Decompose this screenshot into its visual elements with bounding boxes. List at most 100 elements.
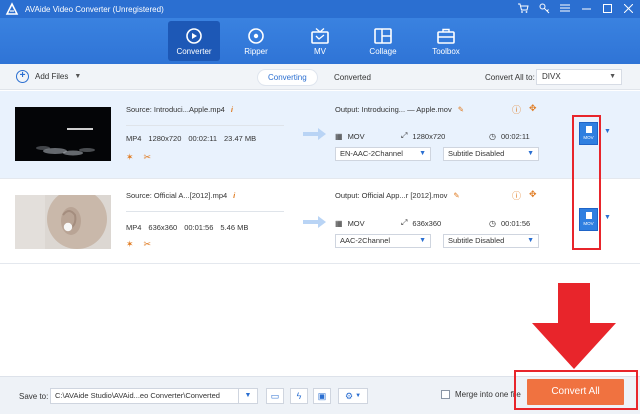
chevron-down-icon: ▼ (355, 393, 362, 399)
film-icon: ▦ (335, 218, 343, 228)
output-duration: 00:02:11 (500, 131, 530, 141)
add-files-label: Add Files (35, 72, 69, 81)
cut-icon[interactable]: ✂ (144, 152, 152, 163)
move-icon[interactable]: ✥ (529, 103, 537, 116)
info-circle-icon[interactable]: ⓘ (512, 189, 521, 202)
convert-all-format-value: DIVX (542, 72, 561, 81)
tab-converted[interactable]: Converted (324, 70, 381, 85)
output-resolution: 1280x720 (412, 131, 446, 141)
chevron-down-icon[interactable]: ▼ (604, 128, 611, 135)
output-specs: ▦ MOV ⤢ 1280x720 ◷ 00:02:11 (335, 131, 539, 141)
info-icon[interactable]: i (231, 105, 233, 114)
chip-icon: ▣ (317, 390, 327, 401)
video-thumbnail[interactable] (15, 195, 111, 249)
source-filename: Source: Official A...[2012].mp4 (126, 191, 228, 200)
menu-icon[interactable] (559, 2, 571, 14)
save-path-field[interactable]: C:\AVAide Studio\AVAid...eo Converter\Co… (50, 388, 258, 404)
merge-option[interactable]: Merge into one file (441, 390, 521, 399)
chevron-down-icon: ▼ (609, 73, 616, 80)
merge-checkbox[interactable] (441, 390, 450, 399)
subtitle-select[interactable]: Subtitle Disabled ▼ (443, 234, 539, 248)
resize-icon: ⤢ (401, 131, 408, 140)
video-thumbnail[interactable] (15, 107, 111, 161)
output-specs: ▦ MOV ⤢ 636x360 ◷ 00:01:56 (335, 218, 539, 228)
enhance-icon[interactable]: ✶ (126, 152, 134, 163)
divider (126, 125, 284, 126)
source-filename: Source: Introduci...Apple.mp4 (126, 105, 225, 114)
output-format: MOV (347, 218, 365, 228)
chevron-down-icon: ▼ (419, 237, 426, 244)
ripper-icon (246, 27, 266, 45)
divider (126, 211, 284, 212)
chevron-down-icon: ▼ (527, 237, 534, 244)
gear-icon: ⚙ (344, 390, 354, 401)
move-icon[interactable]: ✥ (529, 189, 537, 202)
convert-all-format-select[interactable]: DIVX ▼ (536, 69, 622, 85)
source-resolution: 1280x720 (148, 134, 182, 143)
file-row[interactable]: Source: Official A...[2012].mp4 i MP4 636… (0, 180, 640, 264)
convert-all-button[interactable]: Convert All (527, 379, 624, 405)
tab-label: Toolbox (432, 46, 460, 56)
highlight-box (572, 115, 601, 250)
source-resolution: 636x360 (148, 223, 178, 232)
window-title: AVAide Video Converter (Unregistered) (25, 4, 164, 14)
source-format: MP4 (126, 134, 142, 143)
subtitle-select[interactable]: Subtitle Disabled ▼ (443, 147, 539, 161)
tab-label: MV (314, 46, 326, 56)
edit-icon[interactable]: ✎ (458, 105, 464, 114)
tv-icon (310, 27, 330, 45)
settings-button[interactable]: ⚙ ▼ (338, 388, 368, 404)
main-nav: Converter Ripper MV Collage Toolbox (0, 18, 640, 64)
merge-label: Merge into one file (455, 390, 521, 399)
source-file: Source: Official A...[2012].mp4 i (126, 191, 235, 200)
edit-icon[interactable]: ✎ (453, 191, 459, 200)
converter-icon (184, 27, 204, 45)
output-duration: 00:01:56 (500, 218, 531, 228)
audio-track-select[interactable]: AAC-2Channel ▼ (335, 234, 431, 248)
minimize-icon[interactable] (580, 2, 592, 14)
add-files-button[interactable]: + Add Files ▼ (16, 70, 81, 83)
tab-mv[interactable]: MV (294, 21, 346, 61)
gpu-button[interactable]: ▣ (313, 388, 331, 404)
close-icon[interactable] (622, 2, 634, 14)
tab-converting[interactable]: Converting (258, 70, 317, 85)
chevron-down-icon[interactable]: ▼ (238, 388, 258, 404)
audio-track-select[interactable]: EN-AAC-2Channel ▼ (335, 147, 431, 161)
title-bar: AVAide Video Converter (Unregistered) (0, 0, 640, 18)
open-folder-button[interactable]: ▭ (266, 388, 284, 404)
tab-ripper[interactable]: Ripper (230, 21, 282, 61)
convert-arrow-icon (303, 127, 327, 141)
output-resolution: 636x360 (412, 218, 442, 228)
source-duration: 00:01:56 (184, 223, 214, 232)
output-filename: Output: Introducing... — Apple.mov (335, 105, 452, 114)
app-logo-icon (5, 2, 19, 16)
chevron-down-icon[interactable]: ▼ (74, 73, 81, 80)
output-file: Output: Introducing... — Apple.mov ✎ (335, 105, 464, 114)
subtitle-value: Subtitle Disabled (448, 236, 505, 245)
key-icon[interactable] (538, 2, 550, 14)
folder-icon: ▭ (270, 390, 280, 401)
enhance-icon[interactable]: ✶ (126, 239, 134, 250)
info-circle-icon[interactable]: ⓘ (512, 103, 521, 116)
save-path-value: C:\AVAide Studio\AVAid...eo Converter\Co… (55, 391, 220, 400)
cut-icon[interactable]: ✂ (144, 239, 152, 250)
hardware-acceleration-button[interactable]: ϟ (290, 388, 308, 404)
audio-track-value: EN-AAC-2Channel (340, 149, 403, 158)
output-filename: Output: Official App...r [2012].mov (335, 191, 448, 200)
info-icon[interactable]: i (233, 191, 235, 200)
file-row[interactable]: Source: Introduci...Apple.mp4 i MP4 1280x… (0, 91, 640, 179)
maximize-icon[interactable] (601, 2, 613, 14)
cart-icon[interactable] (517, 2, 529, 14)
chevron-down-icon: ▼ (419, 150, 426, 157)
clock-icon: ◷ (489, 131, 496, 141)
tab-collage[interactable]: Collage (357, 21, 409, 61)
tab-toolbox[interactable]: Toolbox (420, 21, 472, 61)
down-arrow-annotation (532, 283, 616, 369)
output-file: Output: Official App...r [2012].mov ✎ (335, 191, 460, 200)
subtitle-value: Subtitle Disabled (448, 149, 505, 158)
plus-icon: + (16, 70, 29, 83)
convert-arrow-icon (303, 215, 327, 229)
tab-converter[interactable]: Converter (168, 21, 220, 61)
chevron-down-icon[interactable]: ▼ (604, 214, 611, 221)
source-duration: 00:02:11 (188, 134, 218, 143)
